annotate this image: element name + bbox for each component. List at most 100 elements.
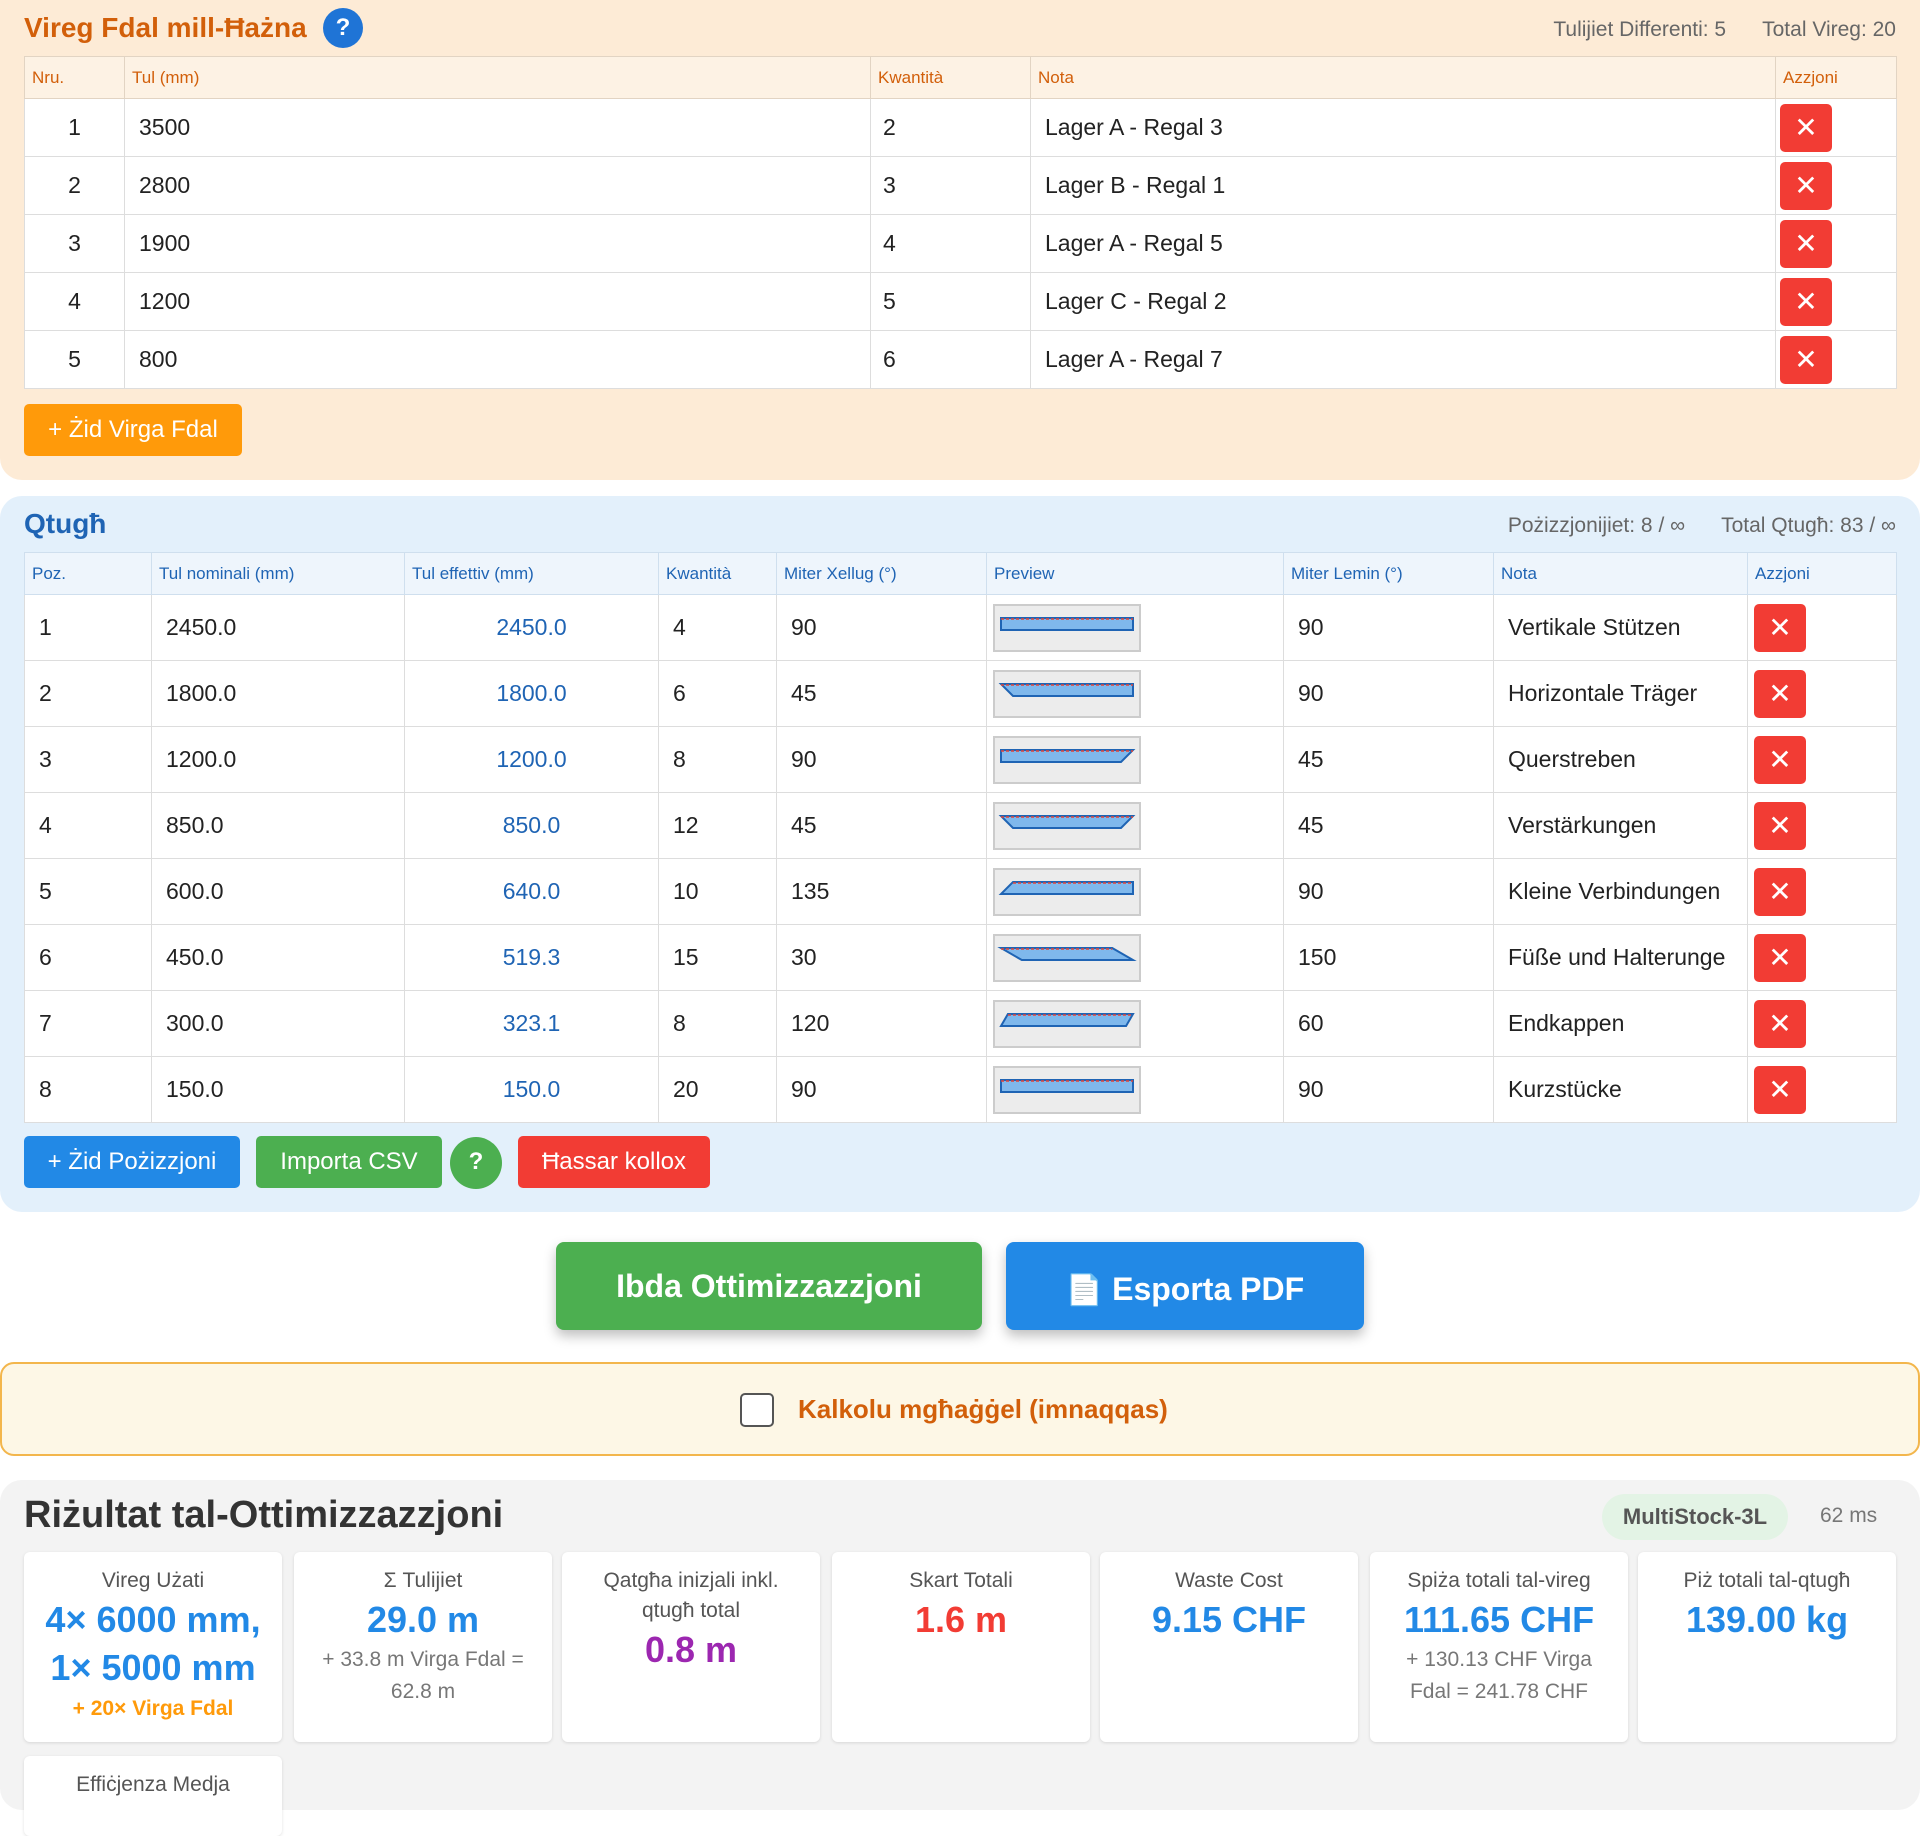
delete-stock-button[interactable]: ✕ bbox=[1780, 103, 1832, 152]
cut-nominal-length-input[interactable]: 1800.0 bbox=[151, 660, 405, 727]
card-value: 9.15 CHF bbox=[1151, 1599, 1307, 1640]
stock-length-input[interactable]: 1900 bbox=[124, 214, 871, 273]
cut-preview-cell bbox=[986, 726, 1284, 793]
cut-miter-left-input[interactable]: 45 bbox=[776, 792, 987, 859]
import-csv-button[interactable]: Importa CSV bbox=[256, 1136, 442, 1188]
close-icon: ✕ bbox=[1768, 1007, 1792, 1039]
delete-cut-button[interactable]: ✕ bbox=[1754, 1065, 1806, 1114]
start-optimization-button[interactable]: Ibda Ottimizzazzjoni bbox=[556, 1242, 982, 1330]
cut-nominal-length-input[interactable]: 600.0 bbox=[151, 858, 405, 925]
results-title: Riżultat tal-Ottimizzazzjoni bbox=[24, 1494, 504, 1536]
cut-miter-right-input[interactable]: 90 bbox=[1283, 858, 1494, 925]
cut-nominal-length-input[interactable]: 450.0 bbox=[151, 924, 405, 991]
stock-quantity-input[interactable]: 2 bbox=[870, 98, 1031, 157]
stock-row: 5 800 6 Lager A - Regal 7 ✕ bbox=[24, 330, 1897, 389]
cut-note-input[interactable]: Verstärkungen bbox=[1493, 792, 1748, 859]
delete-cut-button[interactable]: ✕ bbox=[1754, 933, 1806, 982]
delete-cut-button[interactable]: ✕ bbox=[1754, 867, 1806, 916]
cut-quantity-input[interactable]: 6 bbox=[658, 660, 777, 727]
stock-quantity-input[interactable]: 5 bbox=[870, 272, 1031, 331]
delete-stock-button[interactable]: ✕ bbox=[1780, 277, 1832, 326]
delete-stock-button[interactable]: ✕ bbox=[1780, 161, 1832, 210]
stock-stats: Tulijiet Differenti: 5 Total Vireg: 20 bbox=[1517, 18, 1896, 42]
cut-nominal-length-input[interactable]: 2450.0 bbox=[151, 594, 405, 661]
cut-miter-left-input[interactable]: 45 bbox=[776, 660, 987, 727]
stock-note-input[interactable]: Lager C - Regal 2 bbox=[1030, 272, 1776, 331]
stock-length-input[interactable]: 3500 bbox=[124, 98, 871, 157]
delete-cut-button[interactable]: ✕ bbox=[1754, 735, 1806, 784]
result-card-initial-cut: Qatgħa inizjali inkl. qtugħ total 0.8 m bbox=[562, 1552, 820, 1742]
cut-miter-right-input[interactable]: 150 bbox=[1283, 924, 1494, 991]
cut-note-input[interactable]: Horizontale Träger bbox=[1493, 660, 1748, 727]
stock-quantity-input[interactable]: 6 bbox=[870, 330, 1031, 389]
cut-miter-right-input[interactable]: 90 bbox=[1283, 594, 1494, 661]
cut-note-input[interactable]: Endkappen bbox=[1493, 990, 1748, 1057]
cut-miter-right-input[interactable]: 90 bbox=[1283, 660, 1494, 727]
delete-stock-button[interactable]: ✕ bbox=[1780, 335, 1832, 384]
cut-quantity-input[interactable]: 12 bbox=[658, 792, 777, 859]
cut-note-input[interactable]: Füße und Halterunge bbox=[1493, 924, 1748, 991]
cut-quantity-input[interactable]: 20 bbox=[658, 1056, 777, 1123]
cut-miter-right-input[interactable]: 60 bbox=[1283, 990, 1494, 1057]
delete-cut-button[interactable]: ✕ bbox=[1754, 603, 1806, 652]
cut-quantity-input[interactable]: 8 bbox=[658, 990, 777, 1057]
stock-note-input[interactable]: Lager A - Regal 3 bbox=[1030, 98, 1776, 157]
delete-cut-button[interactable]: ✕ bbox=[1754, 999, 1806, 1048]
cut-miter-right-input[interactable]: 90 bbox=[1283, 1056, 1494, 1123]
clear-all-button[interactable]: Ħassar kollox bbox=[518, 1136, 710, 1188]
delete-stock-button[interactable]: ✕ bbox=[1780, 219, 1832, 268]
stock-quantity-input[interactable]: 4 bbox=[870, 214, 1031, 273]
add-stock-bar-button[interactable]: + Żid Virga Fdal bbox=[24, 404, 242, 456]
cut-quantity-input[interactable]: 10 bbox=[658, 858, 777, 925]
cut-miter-right-input[interactable]: 45 bbox=[1283, 726, 1494, 793]
compute-time: 62 ms bbox=[1820, 1504, 1878, 1527]
stock-length-input[interactable]: 2800 bbox=[124, 156, 871, 215]
cut-position: 1 bbox=[24, 594, 152, 661]
stock-quantity-input[interactable]: 3 bbox=[870, 156, 1031, 215]
results-panel: Riżultat tal-Ottimizzazzjoni MultiStock-… bbox=[0, 1480, 1920, 1836]
cut-shape bbox=[998, 814, 1136, 829]
cut-miter-left-input[interactable]: 90 bbox=[776, 1056, 987, 1123]
cut-nominal-length-input[interactable]: 150.0 bbox=[151, 1056, 405, 1123]
delete-cut-button[interactable]: ✕ bbox=[1754, 669, 1806, 718]
add-position-button[interactable]: + Żid Pożizzjoni bbox=[24, 1136, 240, 1188]
card-sub-line2: Fdal = 241.78 CHF bbox=[1409, 1680, 1588, 1703]
delete-cut-button[interactable]: ✕ bbox=[1754, 801, 1806, 850]
cut-quantity-input[interactable]: 8 bbox=[658, 726, 777, 793]
stock-action-cell: ✕ bbox=[1775, 272, 1897, 331]
cut-note-input[interactable]: Kleine Verbindungen bbox=[1493, 858, 1748, 925]
fast-calc-checkbox[interactable] bbox=[740, 1393, 774, 1427]
cut-position: 4 bbox=[24, 792, 152, 859]
cut-note-input[interactable]: Querstreben bbox=[1493, 726, 1748, 793]
card-sub-line1: + 130.13 CHF Virga bbox=[1406, 1648, 1592, 1671]
card-extra-stock: + 20× Virga Fdal bbox=[72, 1697, 234, 1720]
cut-miter-left-input[interactable]: 120 bbox=[776, 990, 987, 1057]
cut-note-input[interactable]: Vertikale Stützen bbox=[1493, 594, 1748, 661]
card-label: Piż totali tal-qtugħ bbox=[1683, 1569, 1851, 1592]
export-pdf-button[interactable]: 📄 Esporta PDF bbox=[1006, 1242, 1364, 1330]
stock-bars-panel: Vireg Fdal mill-Ħażna ? Tulijiet Differe… bbox=[0, 0, 1920, 480]
cut-quantity-input[interactable]: 4 bbox=[658, 594, 777, 661]
stock-note-input[interactable]: Lager B - Regal 1 bbox=[1030, 156, 1776, 215]
import-help-button[interactable]: ? bbox=[450, 1137, 502, 1189]
cut-miter-right-input[interactable]: 45 bbox=[1283, 792, 1494, 859]
cut-miter-left-input[interactable]: 30 bbox=[776, 924, 987, 991]
stock-length-input[interactable]: 800 bbox=[124, 330, 871, 389]
col-header-quantity: Kwantità bbox=[658, 552, 777, 595]
cut-note-input[interactable]: Kurzstücke bbox=[1493, 1056, 1748, 1123]
cut-miter-left-input[interactable]: 135 bbox=[776, 858, 987, 925]
stock-length-input[interactable]: 1200 bbox=[124, 272, 871, 331]
stock-note-input[interactable]: Lager A - Regal 7 bbox=[1030, 330, 1776, 389]
cut-miter-left-input[interactable]: 90 bbox=[776, 726, 987, 793]
result-card-bars-used: Vireg Użati 4× 6000 mm, 1× 5000 mm + 20×… bbox=[24, 1552, 282, 1742]
card-value: 29.0 m bbox=[366, 1599, 480, 1640]
stock-help-button[interactable]: ? bbox=[323, 8, 363, 48]
cut-miter-left-input[interactable]: 90 bbox=[776, 594, 987, 661]
card-label-line1: Qatgħa inizjali inkl. bbox=[603, 1569, 779, 1592]
cut-quantity-input[interactable]: 15 bbox=[658, 924, 777, 991]
cut-nominal-length-input[interactable]: 850.0 bbox=[151, 792, 405, 859]
stock-note-input[interactable]: Lager A - Regal 5 bbox=[1030, 214, 1776, 273]
cut-nominal-length-input[interactable]: 1200.0 bbox=[151, 726, 405, 793]
cut-row: 7 300.0 323.1 8 120 60 Endkappen ✕ bbox=[24, 990, 1897, 1057]
cut-nominal-length-input[interactable]: 300.0 bbox=[151, 990, 405, 1057]
